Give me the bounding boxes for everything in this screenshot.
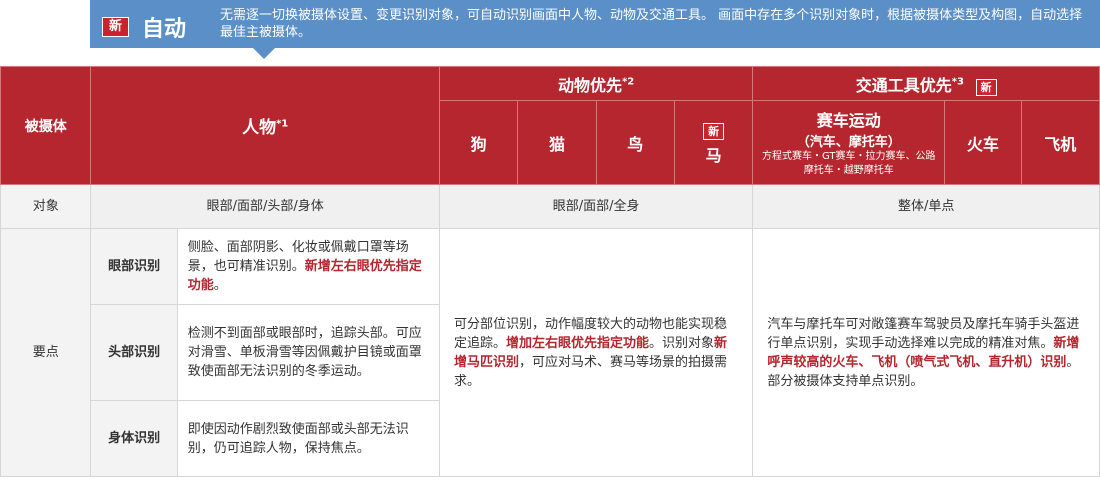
animal-highlight-1: 增加左右眼优先指定功能 xyxy=(505,335,649,351)
header-airplane: 飞机 xyxy=(1020,100,1100,185)
header-racing: 赛车运动 （汽车、摩托车） 方程式赛车・GT赛车・拉力赛车、公路摩托车・越野摩托… xyxy=(752,100,946,185)
head-detection-desc: 检测不到面部或眼部时，追踪头部。可应对滑雪、单板滑雪等因佩戴护目镜或面罩致使面部… xyxy=(176,304,440,401)
points-label: 要点 xyxy=(0,228,92,477)
person-footnote: *1 xyxy=(276,118,289,130)
vehicle-points-desc: 汽车与摩托车可对敞篷赛车驾驶员及摩托车骑手头盔进行单点识别，实现手动选择难以完成… xyxy=(752,228,1100,477)
vehicle-text-1: 汽车与摩托车可对敞篷赛车驾驶员及摩托车骑手头盔进行单点识别，实现手动选择难以完成… xyxy=(767,316,1080,351)
target-person: 眼部/面部/头部/身体 xyxy=(90,184,440,229)
auto-callout: 新 自动 无需逐一切换被摄体设置、变更识别对象，可自动识别画面中人物、动物及交通… xyxy=(90,0,1100,48)
header-subject: 被摄体 xyxy=(0,66,92,185)
subject-table: 被摄体 人物*1 动物优先*2 交通工具优先*3 新 狗 猫 鸟 新 马 赛车运… xyxy=(0,66,1100,477)
target-animal: 眼部/面部/全身 xyxy=(438,184,754,229)
points-row-eye: 要点 眼部识别 侧脸、面部阴影、化妆或佩戴口罩等场景，也可精准识别。新增左右眼优… xyxy=(0,228,1100,477)
callout-title: 自动 xyxy=(142,17,187,42)
body-detection-label: 身体识别 xyxy=(90,400,178,477)
header-dog: 狗 xyxy=(438,100,519,185)
header-person: 人物*1 xyxy=(90,66,440,185)
animal-text-2: 。识别对象 xyxy=(648,335,714,351)
feature-page: 新 自动 无需逐一切换被摄体设置、变更识别对象，可自动识别画面中人物、动物及交通… xyxy=(0,0,1100,480)
callout-description: 无需逐一切换被摄体设置、变更识别对象，可自动识别画面中人物、动物及交通工具。 画… xyxy=(220,8,1083,40)
head-detection-label: 头部识别 xyxy=(90,304,178,401)
header-person-text: 人物 xyxy=(242,118,277,138)
eye-end: 。 xyxy=(213,278,227,293)
horse-text: 马 xyxy=(705,145,722,165)
target-row: 对象 眼部/面部/头部/身体 眼部/面部/全身 整体/单点 xyxy=(0,184,1100,229)
horse-new-badge: 新 xyxy=(703,122,725,140)
racing-title: 赛车运动 xyxy=(816,111,881,130)
vehicle-new-badge: 新 xyxy=(975,78,997,96)
vehicle-group-text: 交通工具优先 xyxy=(855,75,952,95)
header-bird: 鸟 xyxy=(595,100,675,185)
header-train: 火车 xyxy=(944,100,1022,185)
racing-detail: 方程式赛车・GT赛车・拉力赛车、公路摩托车・越野摩托车 xyxy=(762,151,936,176)
vehicle-footnote: *3 xyxy=(951,76,964,88)
animal-group-text: 动物优先 xyxy=(558,75,623,95)
eye-detection-label: 眼部识别 xyxy=(90,228,178,305)
header-vehicle-group: 交通工具优先*3 新 xyxy=(752,66,1100,101)
animal-footnote: *2 xyxy=(622,76,635,88)
header-animal-group: 动物优先*2 xyxy=(438,66,754,101)
header-horse: 新 马 xyxy=(673,100,754,185)
new-badge: 新 xyxy=(102,17,130,37)
target-vehicle: 整体/单点 xyxy=(752,184,1100,229)
body-detection-desc: 即使因动作剧烈致使面部或头部无法识别，仍可追踪人物，保持焦点。 xyxy=(176,400,440,477)
callout-pointer xyxy=(252,47,276,59)
eye-detection-desc: 侧脸、面部阴影、化妆或佩戴口罩等场景，也可精准识别。新增左右眼优先指定功能。 xyxy=(176,228,440,305)
header-subject-text: 被摄体 xyxy=(24,118,67,135)
racing-subtitle: （汽车、摩托车） xyxy=(796,135,901,150)
animal-points-desc: 可分部位识别，动作幅度较大的动物也能实现稳定追踪。增加左右眼优先指定功能。识别对… xyxy=(438,228,754,477)
header-cat: 猫 xyxy=(517,100,597,185)
target-label: 对象 xyxy=(0,184,92,229)
